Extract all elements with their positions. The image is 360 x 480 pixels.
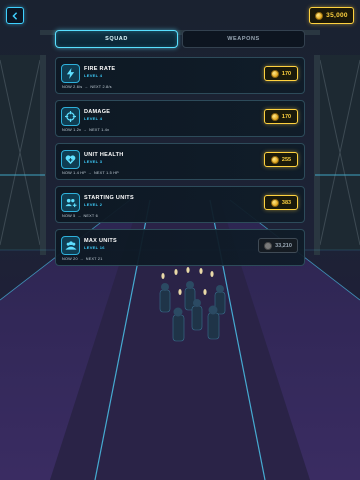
arrow-icon: → — [87, 171, 92, 175]
upgrade-price: 255 — [281, 156, 292, 163]
coin-icon — [270, 112, 279, 121]
group-icon — [65, 241, 76, 250]
crosshair-icon — [65, 111, 76, 122]
upgrade-icon-frame — [61, 236, 80, 255]
buy-upgrade-button[interactable]: 170 — [264, 66, 298, 81]
stat-next: NEXT 2.8/s — [90, 85, 112, 89]
upgrade-tabs: SQUAD WEAPONS — [55, 30, 305, 48]
stat-now: NOW 2.6/s — [62, 85, 83, 89]
stat-now: NOW 1.2x — [62, 128, 82, 132]
upgrade-stats: NOW 1.2x → NEXT 1.4x — [62, 128, 109, 132]
upgrade-level: LEVEL 3 — [84, 159, 103, 164]
upgrade-icon-frame — [61, 64, 80, 83]
upgrade-title: UNIT HEALTH — [84, 152, 124, 158]
heart-plus-icon — [65, 155, 76, 165]
stat-now: NOW 1.4 HP — [62, 171, 86, 175]
upgrade-title: FIRE RATE — [84, 66, 116, 72]
upgrade-price: 33,210 — [275, 242, 292, 249]
upgrade-price: 170 — [281, 113, 292, 120]
upgrade-level: LEVEL 4 — [84, 73, 103, 78]
coin-icon — [264, 241, 273, 250]
tab-weapons[interactable]: WEAPONS — [182, 30, 305, 48]
upgrade-title: STARTING UNITS — [84, 195, 134, 201]
upgrade-title: MAX UNITS — [84, 238, 117, 244]
group-plus-icon — [65, 198, 76, 208]
coin-icon — [270, 155, 279, 164]
upgrade-stats: NOW 5 → NEXT 6 — [62, 214, 98, 218]
upgrade-list: FIRE RATE LEVEL 4 NOW 2.6/s → NEXT 2.8/s 1… — [55, 57, 305, 272]
stat-next: NEXT 1.4x — [89, 128, 110, 132]
upgrade-icon-frame — [61, 107, 80, 126]
stat-now: NOW 20 — [62, 257, 78, 261]
upgrade-icon-frame — [61, 193, 80, 212]
upgrade-stats: NOW 1.4 HP → NEXT 1.5 HP — [62, 171, 119, 175]
arrow-icon: → — [79, 257, 84, 261]
upgrade-card-damage: DAMAGE LEVEL 4 NOW 1.2x → NEXT 1.4x 170 — [55, 100, 305, 137]
buy-upgrade-button[interactable]: 170 — [264, 109, 298, 124]
upgrade-stats: NOW 2.6/s → NEXT 2.8/s — [62, 85, 112, 89]
upgrade-price: 383 — [281, 199, 292, 206]
chevron-left-icon — [12, 11, 18, 20]
coin-icon — [270, 69, 279, 78]
coin-icon — [270, 198, 279, 207]
buy-upgrade-button-disabled[interactable]: 33,210 — [258, 238, 298, 253]
coin-balance: 35,000 — [309, 7, 354, 24]
upgrade-level: LEVEL 4 — [84, 116, 103, 121]
stat-next: NEXT 1.5 HP — [93, 171, 119, 175]
stat-next: NEXT 6 — [83, 214, 98, 218]
upgrade-card-starting-units: STARTING UNITS LEVEL 2 NOW 5 → NEXT 6 383 — [55, 186, 305, 223]
tab-squad[interactable]: SQUAD — [55, 30, 178, 48]
stat-now: NOW 5 — [62, 214, 76, 218]
coin-icon — [315, 11, 324, 20]
stat-next: NEXT 21 — [85, 257, 103, 261]
upgrade-stats: NOW 20 → NEXT 21 — [62, 257, 103, 261]
upgrade-title: DAMAGE — [84, 109, 111, 115]
upgrade-card-max-units: MAX UNITS LEVEL 16 NOW 20 → NEXT 21 33,210 — [55, 229, 305, 266]
upgrade-price: 170 — [281, 70, 292, 77]
buy-upgrade-button[interactable]: 383 — [264, 195, 298, 210]
bolt-icon — [66, 68, 75, 79]
upgrade-level: LEVEL 2 — [84, 202, 103, 207]
upgrade-card-fire-rate: FIRE RATE LEVEL 4 NOW 2.6/s → NEXT 2.8/s 1… — [55, 57, 305, 94]
upgrade-card-unit-health: UNIT HEALTH LEVEL 3 NOW 1.4 HP → NEXT 1.5 … — [55, 143, 305, 180]
upgrade-level: LEVEL 16 — [84, 245, 105, 250]
upgrade-icon-frame — [61, 150, 80, 169]
coin-balance-amount: 35,000 — [326, 12, 348, 19]
back-button[interactable] — [6, 7, 24, 24]
buy-upgrade-button[interactable]: 255 — [264, 152, 298, 167]
arrow-icon: → — [83, 128, 88, 132]
